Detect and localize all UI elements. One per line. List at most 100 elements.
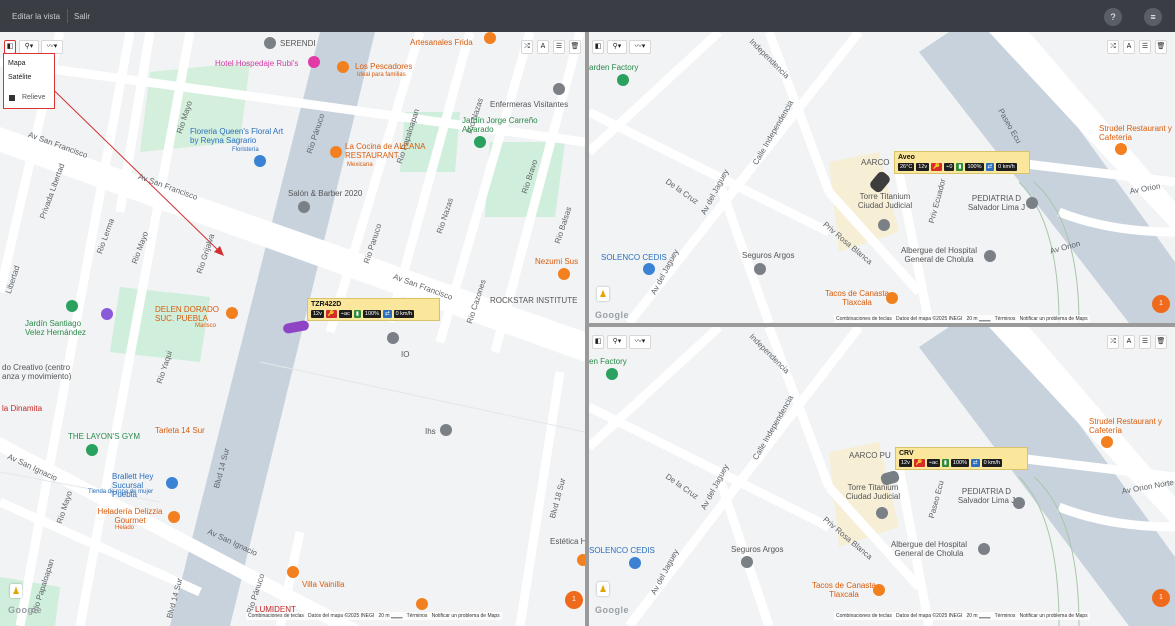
shop-icon[interactable] bbox=[643, 263, 655, 275]
place-label[interactable]: arden Factory bbox=[589, 63, 638, 72]
place-pin-icon[interactable] bbox=[984, 250, 996, 262]
place-label[interactable]: Torre Titanium Ciudad Judicial bbox=[851, 192, 919, 210]
place-label[interactable]: IO bbox=[401, 350, 409, 359]
shop-icon[interactable] bbox=[254, 155, 266, 167]
place-label[interactable]: do Creativo (centro anza y movimiento) bbox=[2, 363, 82, 381]
park-icon[interactable] bbox=[617, 74, 629, 86]
place-label[interactable]: Seguros Argos bbox=[731, 545, 783, 554]
restaurant-icon[interactable] bbox=[226, 307, 238, 319]
place-label[interactable]: Los Pescadores bbox=[355, 62, 412, 71]
report-problem-link[interactable]: Notificar un problema de Maps bbox=[1020, 316, 1088, 322]
place-label[interactable]: SERENDI bbox=[280, 39, 316, 48]
place-label[interactable]: Albergue del Hospital General de Cholula bbox=[889, 540, 969, 558]
place-label[interactable]: AARCO bbox=[861, 158, 889, 167]
restaurant-icon[interactable] bbox=[577, 554, 585, 566]
map-panel-bottom-right[interactable]: ◧ ⚲▾ 〰▾ ⤮ A ☰ 🗑 Independencia Calle Inde… bbox=[589, 327, 1175, 626]
car-icon[interactable]: A bbox=[1123, 40, 1135, 54]
place-pin-icon[interactable] bbox=[878, 219, 890, 231]
trash-icon[interactable]: 🗑 bbox=[1155, 40, 1167, 54]
park-icon[interactable] bbox=[474, 136, 486, 148]
shop-icon[interactable] bbox=[629, 557, 641, 569]
place-pin-icon[interactable] bbox=[298, 201, 310, 213]
terms-link[interactable]: Términos bbox=[995, 316, 1016, 322]
restaurant-icon[interactable] bbox=[416, 598, 428, 610]
tab-edit-view[interactable]: Editar la vista bbox=[12, 12, 60, 21]
gym-icon[interactable] bbox=[86, 444, 98, 456]
restaurant-icon[interactable] bbox=[1115, 143, 1127, 155]
place-pin-icon[interactable] bbox=[387, 332, 399, 344]
route-dropdown-button[interactable]: 〰▾ bbox=[41, 40, 63, 54]
layers-button[interactable]: ◧ bbox=[4, 40, 16, 54]
place-label[interactable]: en Factory bbox=[589, 357, 627, 366]
place-label[interactable]: la Dinamita bbox=[2, 404, 42, 413]
restaurant-icon[interactable] bbox=[1101, 436, 1113, 448]
place-label[interactable]: Floreria Queen's Floral Art by Reyna Sag… bbox=[190, 127, 290, 145]
place-pin-icon[interactable] bbox=[754, 263, 766, 275]
place-label[interactable]: Jardín Santiago Velez Hernández bbox=[25, 319, 100, 337]
place-label[interactable]: La Cocina de ALEANA RESTAURANT bbox=[345, 142, 435, 160]
place-pin-icon[interactable] bbox=[264, 37, 276, 49]
place-label[interactable]: AARCO PU bbox=[849, 451, 891, 460]
restaurant-icon[interactable] bbox=[330, 146, 342, 158]
car-icon[interactable]: A bbox=[1123, 335, 1135, 349]
vehicle-info-card[interactable]: Aveo 26°C 12v 🔑 ⌁0 ▮ 100% ⇄ 0 km/h bbox=[894, 151, 1030, 174]
notification-count[interactable]: 1 bbox=[565, 591, 583, 609]
place-label[interactable]: DELEN DORADO SUC. PUEBLA bbox=[155, 305, 235, 323]
place-label[interactable]: ROCKSTAR INSTITUTE bbox=[490, 296, 577, 305]
pegman-icon[interactable]: ♟ bbox=[10, 584, 22, 598]
place-label[interactable]: Hotel Hospedaje Rubi's bbox=[215, 59, 298, 68]
place-label[interactable]: SOLENCO CEDIS bbox=[601, 253, 667, 262]
place-label[interactable]: Tacos de Canasta Tlaxcala bbox=[804, 581, 884, 599]
report-problem-link[interactable]: Notificar un problema de Maps bbox=[432, 613, 500, 619]
list-icon[interactable]: ☰ bbox=[1139, 40, 1151, 54]
map-panel-left[interactable]: ◧ ⚲▾ 〰▾ ⤮ A ☰ 🗑 Av San Francisco Av San … bbox=[0, 32, 585, 626]
place-pin-icon[interactable] bbox=[101, 308, 113, 320]
place-label[interactable]: Salón & Barber 2020 bbox=[288, 189, 362, 198]
map-panel-top-right[interactable]: ◧ ⚲▾ 〰▾ ⤮ A ☰ 🗑 Independencia Calle Inde… bbox=[589, 32, 1175, 323]
shuffle-icon[interactable]: ⤮ bbox=[1107, 335, 1119, 349]
list-icon[interactable]: ☰ bbox=[553, 40, 565, 54]
keyboard-shortcuts-link[interactable]: Combinaciones de teclas bbox=[836, 316, 892, 322]
restaurant-icon[interactable] bbox=[873, 584, 885, 596]
place-label[interactable]: SOLENCO CEDIS bbox=[589, 546, 655, 555]
list-icon[interactable]: ☰ bbox=[1139, 335, 1151, 349]
place-pin-icon[interactable] bbox=[1026, 197, 1038, 209]
restaurant-icon[interactable] bbox=[484, 32, 496, 44]
place-label[interactable]: Torre Titanium Ciudad Judicial bbox=[839, 483, 907, 501]
trash-icon[interactable]: 🗑 bbox=[569, 40, 581, 54]
tab-exit[interactable]: Salir bbox=[74, 12, 90, 21]
place-label[interactable]: Seguros Argos bbox=[742, 251, 794, 260]
place-label[interactable]: Albergue del Hospital General de Cholula bbox=[899, 246, 979, 264]
keyboard-shortcuts-link[interactable]: Combinaciones de teclas bbox=[248, 613, 304, 619]
restaurant-icon[interactable] bbox=[337, 61, 349, 73]
route-dropdown-button[interactable]: 〰▾ bbox=[629, 335, 651, 349]
place-label[interactable]: PEDIATRIA D Salvador Lima J bbox=[959, 194, 1034, 212]
place-label[interactable]: Artesanales Frida bbox=[410, 38, 473, 47]
place-pin-icon[interactable] bbox=[553, 83, 565, 95]
place-label[interactable]: Tarleta 14 Sur bbox=[155, 426, 205, 435]
shuffle-icon[interactable]: ⤮ bbox=[521, 40, 533, 54]
restaurant-icon[interactable] bbox=[287, 566, 299, 578]
vehicle-info-card[interactable]: TZR422D 12v 🔑 ⌁ac ▮ 100% ⇄ 0 km/h bbox=[307, 298, 440, 321]
place-label[interactable]: Nezumi Sus bbox=[535, 257, 578, 266]
place-pin-icon[interactable] bbox=[741, 556, 753, 568]
vehicle-info-card[interactable]: CRV 12v 🔑 ⌁ac ▮ 100% ⇄ 0 km/h bbox=[895, 447, 1028, 470]
help-icon[interactable]: ? bbox=[1104, 8, 1122, 26]
place-label[interactable]: Ihs bbox=[425, 427, 436, 436]
layers-button[interactable]: ◧ bbox=[592, 335, 604, 349]
menu-item-map[interactable]: Mapa bbox=[8, 60, 26, 67]
pegman-icon[interactable]: ♟ bbox=[597, 582, 609, 596]
notification-count[interactable]: 1 bbox=[1152, 589, 1170, 607]
shop-icon[interactable] bbox=[166, 477, 178, 489]
ice-cream-icon[interactable] bbox=[168, 511, 180, 523]
menu-item-satellite[interactable]: Satélite bbox=[8, 74, 31, 81]
restaurant-icon[interactable] bbox=[558, 268, 570, 280]
notification-count[interactable]: 1 bbox=[1152, 295, 1170, 313]
place-label[interactable]: Heladería Delizzia Gourmet bbox=[95, 507, 165, 525]
place-label[interactable]: Strudel Restaurant y Cafetería bbox=[1089, 417, 1169, 435]
place-pin-icon[interactable] bbox=[440, 424, 452, 436]
place-label[interactable]: Estética H bbox=[550, 537, 585, 546]
place-pin-icon[interactable] bbox=[1013, 497, 1025, 509]
shuffle-icon[interactable]: ⤮ bbox=[1107, 40, 1119, 54]
place-label[interactable]: THE LAYON'S GYM bbox=[68, 432, 140, 441]
